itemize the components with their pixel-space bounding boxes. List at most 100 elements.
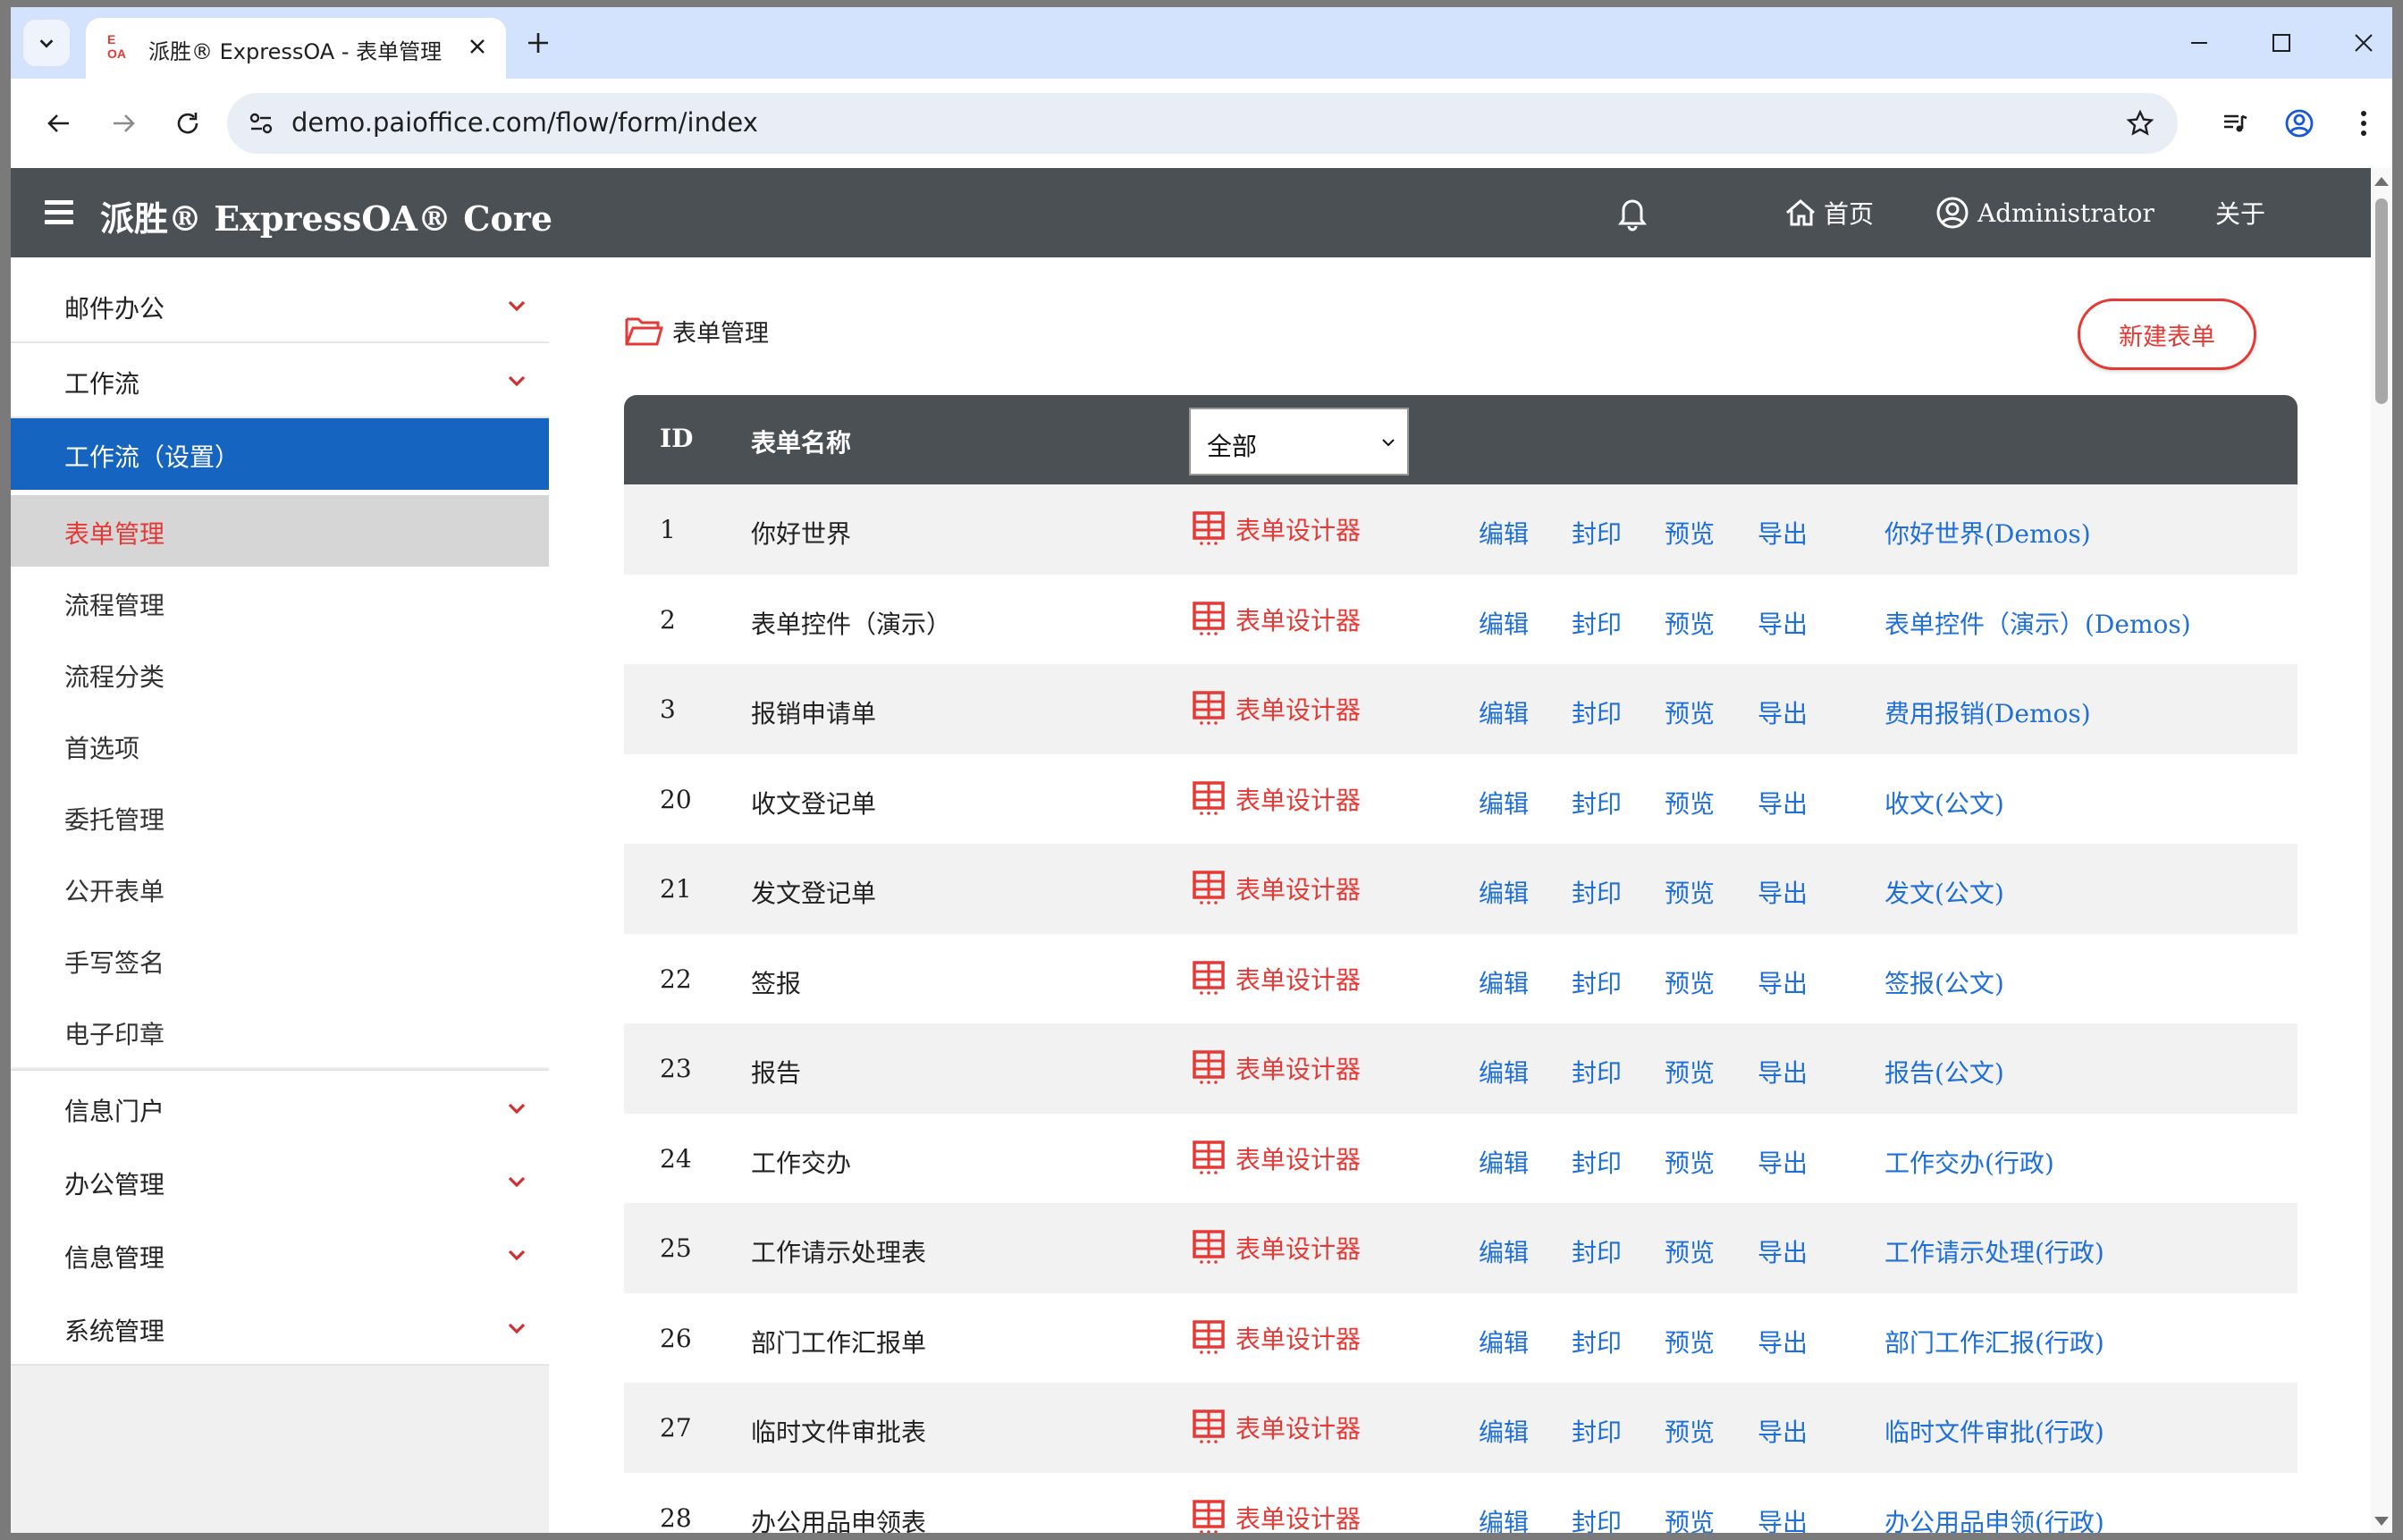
sidebar-item-process-management[interactable]: 流程管理 <box>11 567 549 638</box>
export-link[interactable]: 导出 <box>1758 1054 1808 1090</box>
sidebar-group-info[interactable]: 信息管理 <box>11 1217 549 1292</box>
media-button[interactable] <box>2213 102 2256 145</box>
flow-link[interactable]: 发文(公文) <box>1884 874 2004 910</box>
bell-icon[interactable] <box>1613 193 1652 232</box>
preview-link[interactable]: 预览 <box>1665 1233 1715 1269</box>
edit-link[interactable]: 编辑 <box>1479 605 1529 641</box>
flow-link[interactable]: 报告(公文) <box>1884 1054 2004 1090</box>
sidebar-item-preferences[interactable]: 首选项 <box>11 710 549 781</box>
page-scrollbar[interactable] <box>2371 168 2392 1533</box>
flow-link[interactable]: 你好世界(Demos) <box>1884 515 2091 551</box>
flow-link[interactable]: 办公用品申领(行政) <box>1884 1503 2104 1534</box>
export-link[interactable]: 导出 <box>1758 1324 1808 1359</box>
seal-link[interactable]: 封印 <box>1572 1054 1622 1090</box>
preview-link[interactable]: 预览 <box>1665 694 1715 730</box>
form-designer-link[interactable]: 表单设计器 <box>1193 601 1361 637</box>
profile-button[interactable] <box>2278 102 2321 145</box>
preview-link[interactable]: 预览 <box>1665 1413 1715 1449</box>
seal-link[interactable]: 封印 <box>1572 1233 1622 1269</box>
export-link[interactable]: 导出 <box>1758 1413 1808 1449</box>
sidebar-item-public-forms[interactable]: 公开表单 <box>11 853 549 924</box>
maximize-button[interactable] <box>2260 21 2303 64</box>
url-text[interactable]: demo.paioffice.com/flow/form/index <box>291 107 758 138</box>
edit-link[interactable]: 编辑 <box>1479 874 1529 910</box>
active-tab[interactable]: E OA 派胜® ExpressOA - 表单管理 <box>86 18 506 79</box>
export-link[interactable]: 导出 <box>1758 964 1808 1000</box>
seal-link[interactable]: 封印 <box>1572 874 1622 910</box>
export-link[interactable]: 导出 <box>1758 605 1808 641</box>
edit-link[interactable]: 编辑 <box>1479 1054 1529 1090</box>
sidebar-item-form-management[interactable]: 表单管理 <box>11 495 549 567</box>
seal-link[interactable]: 封印 <box>1572 964 1622 1000</box>
preview-link[interactable]: 预览 <box>1665 1324 1715 1359</box>
export-link[interactable]: 导出 <box>1758 1233 1808 1269</box>
address-bar[interactable]: demo.paioffice.com/flow/form/index <box>227 93 2178 154</box>
seal-link[interactable]: 封印 <box>1572 1503 1622 1534</box>
scroll-up-arrow[interactable] <box>2374 177 2389 186</box>
form-designer-link[interactable]: 表单设计器 <box>1193 1140 1361 1176</box>
export-link[interactable]: 导出 <box>1758 515 1808 551</box>
edit-link[interactable]: 编辑 <box>1479 515 1529 551</box>
edit-link[interactable]: 编辑 <box>1479 1503 1529 1534</box>
form-designer-link[interactable]: 表单设计器 <box>1193 960 1361 997</box>
seal-link[interactable]: 封印 <box>1572 1413 1622 1449</box>
flow-link[interactable]: 收文(公文) <box>1884 785 2004 820</box>
edit-link[interactable]: 编辑 <box>1479 964 1529 1000</box>
nav-home-link[interactable]: 首页 <box>1783 193 1874 232</box>
bookmark-star-button[interactable] <box>2122 105 2158 141</box>
flow-link[interactable]: 工作请示处理(行政) <box>1884 1233 2104 1269</box>
preview-link[interactable]: 预览 <box>1665 964 1715 1000</box>
sidebar-group-office[interactable]: 办公管理 <box>11 1144 549 1219</box>
form-designer-link[interactable]: 表单设计器 <box>1193 871 1361 906</box>
site-settings-icon[interactable] <box>243 105 279 141</box>
flow-link[interactable]: 临时文件审批(行政) <box>1884 1413 2104 1449</box>
back-button[interactable] <box>38 102 80 145</box>
preview-link[interactable]: 预览 <box>1665 605 1715 641</box>
scroll-down-arrow[interactable] <box>2374 1517 2389 1526</box>
tab-close-button[interactable] <box>461 30 493 63</box>
seal-link[interactable]: 封印 <box>1572 1324 1622 1359</box>
forward-button[interactable] <box>102 102 145 145</box>
reload-button[interactable] <box>166 102 209 145</box>
edit-link[interactable]: 编辑 <box>1479 1233 1529 1269</box>
sidebar-group-workflow[interactable]: 工作流 <box>11 343 549 418</box>
new-tab-button[interactable] <box>520 25 556 61</box>
form-designer-link[interactable]: 表单设计器 <box>1193 1499 1361 1533</box>
scroll-thumb[interactable] <box>2375 198 2388 404</box>
menu-icon[interactable] <box>45 200 73 225</box>
export-link[interactable]: 导出 <box>1758 1144 1808 1180</box>
form-designer-link[interactable]: 表单设计器 <box>1193 1050 1361 1086</box>
form-designer-link[interactable]: 表单设计器 <box>1193 691 1361 727</box>
sidebar-item-process-category[interactable]: 流程分类 <box>11 638 549 710</box>
new-form-button[interactable]: 新建表单 <box>2078 299 2256 370</box>
flow-link[interactable]: 表单控件（演示）(Demos) <box>1884 605 2191 641</box>
app-brand[interactable]: 派胜® ExpressOA® Core <box>100 191 552 240</box>
edit-link[interactable]: 编辑 <box>1479 1144 1529 1180</box>
preview-link[interactable]: 预览 <box>1665 1144 1715 1180</box>
seal-link[interactable]: 封印 <box>1572 515 1622 551</box>
form-designer-link[interactable]: 表单设计器 <box>1193 511 1361 547</box>
seal-link[interactable]: 封印 <box>1572 785 1622 820</box>
minimize-button[interactable] <box>2178 21 2221 64</box>
more-menu-button[interactable] <box>2342 102 2385 145</box>
sidebar-item-handwritten-signature[interactable]: 手写签名 <box>11 924 549 996</box>
preview-link[interactable]: 预览 <box>1665 515 1715 551</box>
form-designer-link[interactable]: 表单设计器 <box>1193 1230 1361 1266</box>
category-filter-select[interactable]: 全部 <box>1189 408 1409 475</box>
form-designer-link[interactable]: 表单设计器 <box>1193 1319 1361 1356</box>
export-link[interactable]: 导出 <box>1758 1503 1808 1534</box>
seal-link[interactable]: 封印 <box>1572 1144 1622 1180</box>
flow-link[interactable]: 签报(公文) <box>1884 964 2004 1000</box>
sidebar-group-system[interactable]: 系统管理 <box>11 1291 549 1366</box>
sidebar-section-workflow-settings[interactable]: 工作流（设置） <box>11 418 549 490</box>
flow-link[interactable]: 费用报销(Demos) <box>1884 694 2091 730</box>
preview-link[interactable]: 预览 <box>1665 785 1715 820</box>
close-window-button[interactable] <box>2342 21 2385 64</box>
sidebar-item-delegation[interactable]: 委托管理 <box>11 781 549 853</box>
sidebar-group-portal[interactable]: 信息门户 <box>11 1069 549 1146</box>
flow-link[interactable]: 部门工作汇报(行政) <box>1884 1324 2104 1359</box>
export-link[interactable]: 导出 <box>1758 694 1808 730</box>
export-link[interactable]: 导出 <box>1758 874 1808 910</box>
nav-user-link[interactable]: Administrator <box>1935 193 2154 232</box>
sidebar-group-mail[interactable]: 邮件办公 <box>11 268 549 343</box>
